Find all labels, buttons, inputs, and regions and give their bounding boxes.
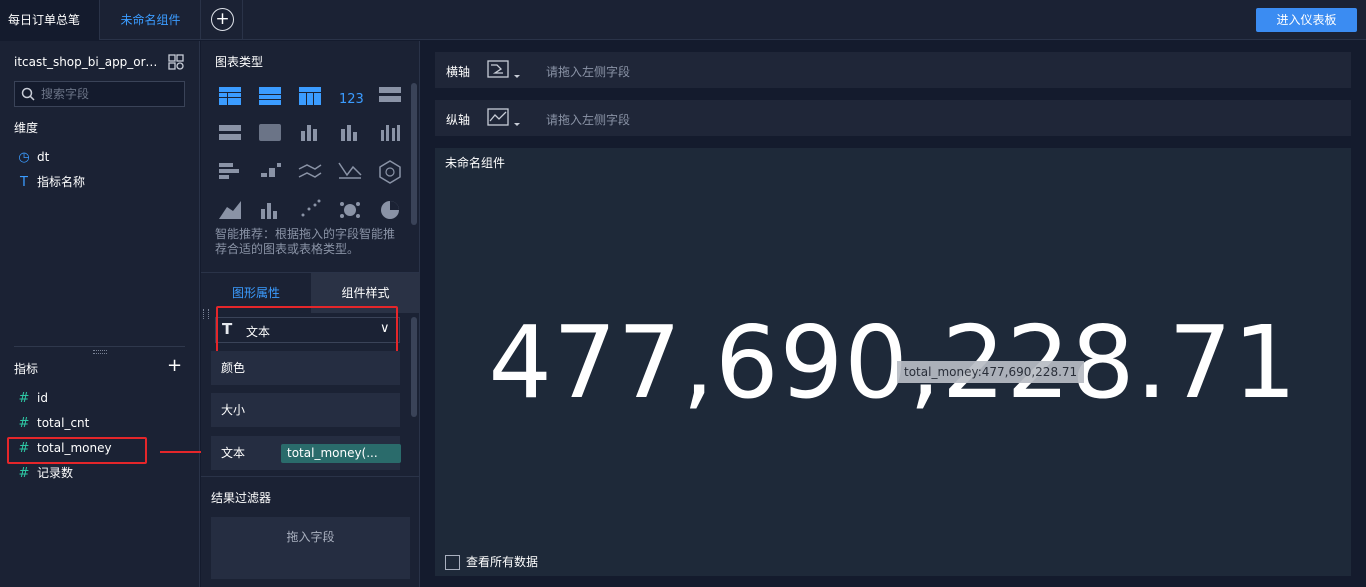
column-icon[interactable] xyxy=(341,125,357,141)
x-axis-label: 横轴 xyxy=(446,65,471,79)
dimension-title: 维度 xyxy=(14,121,39,135)
clock-icon: ◷ xyxy=(18,150,30,165)
combo-icon[interactable] xyxy=(261,203,277,219)
x-axis-placeholder: 请拖入左侧字段 xyxy=(546,65,631,79)
switch-dataset-icon[interactable] xyxy=(167,53,185,71)
enter-dashboard-button[interactable]: 进入仪表板 xyxy=(1256,8,1357,32)
x-axis-shelf[interactable]: 横轴 请拖入左侧字段 xyxy=(435,52,1351,88)
highlight-box-dropdown xyxy=(216,306,398,356)
card-list-icon[interactable] xyxy=(219,125,241,140)
field-search xyxy=(14,81,185,107)
smart-recommend-text: 智能推荐：根据拖入的字段智能推荐合适的图表或表格类型。 xyxy=(215,227,396,256)
search-input[interactable] xyxy=(41,82,181,106)
text-field-pill[interactable]: total_money(... xyxy=(281,444,401,463)
y-axis-label: 纵轴 xyxy=(446,113,471,127)
panel-divider xyxy=(14,346,185,347)
text-type-icon: T xyxy=(20,175,28,190)
config-panel: 图表类型 123 智能推荐：根据拖入的字段智能推荐合适的图表或表格类型。 图形属… xyxy=(201,41,420,587)
plus-icon: + xyxy=(211,8,234,31)
bubble-icon[interactable] xyxy=(340,202,360,218)
stacked-column-icon[interactable] xyxy=(301,125,317,141)
cross-table-icon[interactable] xyxy=(259,87,281,105)
tab-daily-orders[interactable]: 每日订单总笔数 xyxy=(0,0,100,67)
color-property[interactable]: 颜色 xyxy=(211,351,400,385)
tab-unnamed-component[interactable]: 未命名组件 xyxy=(101,0,201,40)
scatter-icon[interactable] xyxy=(301,199,321,217)
view-all-checkbox[interactable] xyxy=(445,555,460,570)
dataset-name: itcast_shop_bi_app_orde... xyxy=(14,55,164,69)
metric-item-record-count[interactable]: # 记录数 xyxy=(16,464,73,482)
hash-icon: # xyxy=(18,416,30,431)
y-axis-shelf[interactable]: 纵轴 请拖入左侧字段 xyxy=(435,100,1351,136)
kpi-list-icon[interactable] xyxy=(379,87,401,102)
area-line-icon[interactable] xyxy=(338,162,362,179)
add-tab-button[interactable]: + xyxy=(201,0,243,40)
top-bar: 每日订单总笔数 未命名组件 + 进入仪表板 xyxy=(0,0,1366,67)
radar-icon[interactable] xyxy=(379,160,401,184)
view-all-data[interactable]: 查看所有数据 xyxy=(445,553,538,570)
hash-icon: # xyxy=(18,391,30,406)
value-tooltip: total_money:477,690,228.71 xyxy=(897,361,1085,383)
filter-divider xyxy=(201,476,420,477)
highlight-box-total-money xyxy=(7,437,147,464)
detail-table-icon[interactable] xyxy=(299,87,321,105)
dimension-item-dt[interactable]: ◷ dt xyxy=(16,148,49,166)
chart-canvas: 未命名组件 477,690,228.71 total_money:477,690… xyxy=(435,148,1351,576)
indicator-value[interactable]: 477,690,228.71 xyxy=(435,308,1351,418)
area-icon[interactable] xyxy=(219,201,241,219)
y-axis-placeholder: 请拖入左侧字段 xyxy=(546,113,631,127)
indicator-card-icon[interactable]: 123 xyxy=(339,92,364,107)
hash-icon: # xyxy=(18,466,30,481)
bar-icon[interactable] xyxy=(219,163,239,179)
component-title: 未命名组件 xyxy=(445,156,506,170)
metric-title: 指标 xyxy=(14,362,39,376)
chart-types-title: 图表类型 xyxy=(215,55,264,69)
x-axis-type-icon[interactable] xyxy=(487,58,523,82)
properties-scrollbar[interactable] xyxy=(411,317,417,417)
dimension-item-metric-name[interactable]: T 指标名称 xyxy=(16,173,85,191)
grouped-column-icon[interactable] xyxy=(381,125,400,141)
field-panel: itcast_shop_bi_app_orde... 维度 ◷dt T指标名称 … xyxy=(0,41,200,587)
drag-handle[interactable] xyxy=(203,309,209,319)
map-icon[interactable] xyxy=(259,124,281,141)
pie-icon[interactable] xyxy=(381,201,399,219)
filter-drop-zone[interactable]: 拖入字段 xyxy=(211,517,410,579)
add-metric-button[interactable]: + xyxy=(167,357,182,375)
line-icon[interactable] xyxy=(298,164,322,178)
chart-type-grid: 123 xyxy=(219,87,401,219)
text-property[interactable]: 文本 total_money(... xyxy=(211,436,401,470)
y-axis-type-icon[interactable] xyxy=(487,106,523,130)
chart-types-scrollbar[interactable] xyxy=(411,83,417,225)
result-filter-title: 结果过滤器 xyxy=(211,491,272,505)
search-icon xyxy=(21,87,35,101)
metric-item-id[interactable]: # id xyxy=(16,389,48,407)
step-icon[interactable] xyxy=(261,163,281,177)
metric-item-total-cnt[interactable]: # total_cnt xyxy=(16,414,90,432)
size-property[interactable]: 大小 xyxy=(211,393,400,427)
resize-handle[interactable] xyxy=(93,350,107,354)
table-icon[interactable] xyxy=(219,87,241,105)
